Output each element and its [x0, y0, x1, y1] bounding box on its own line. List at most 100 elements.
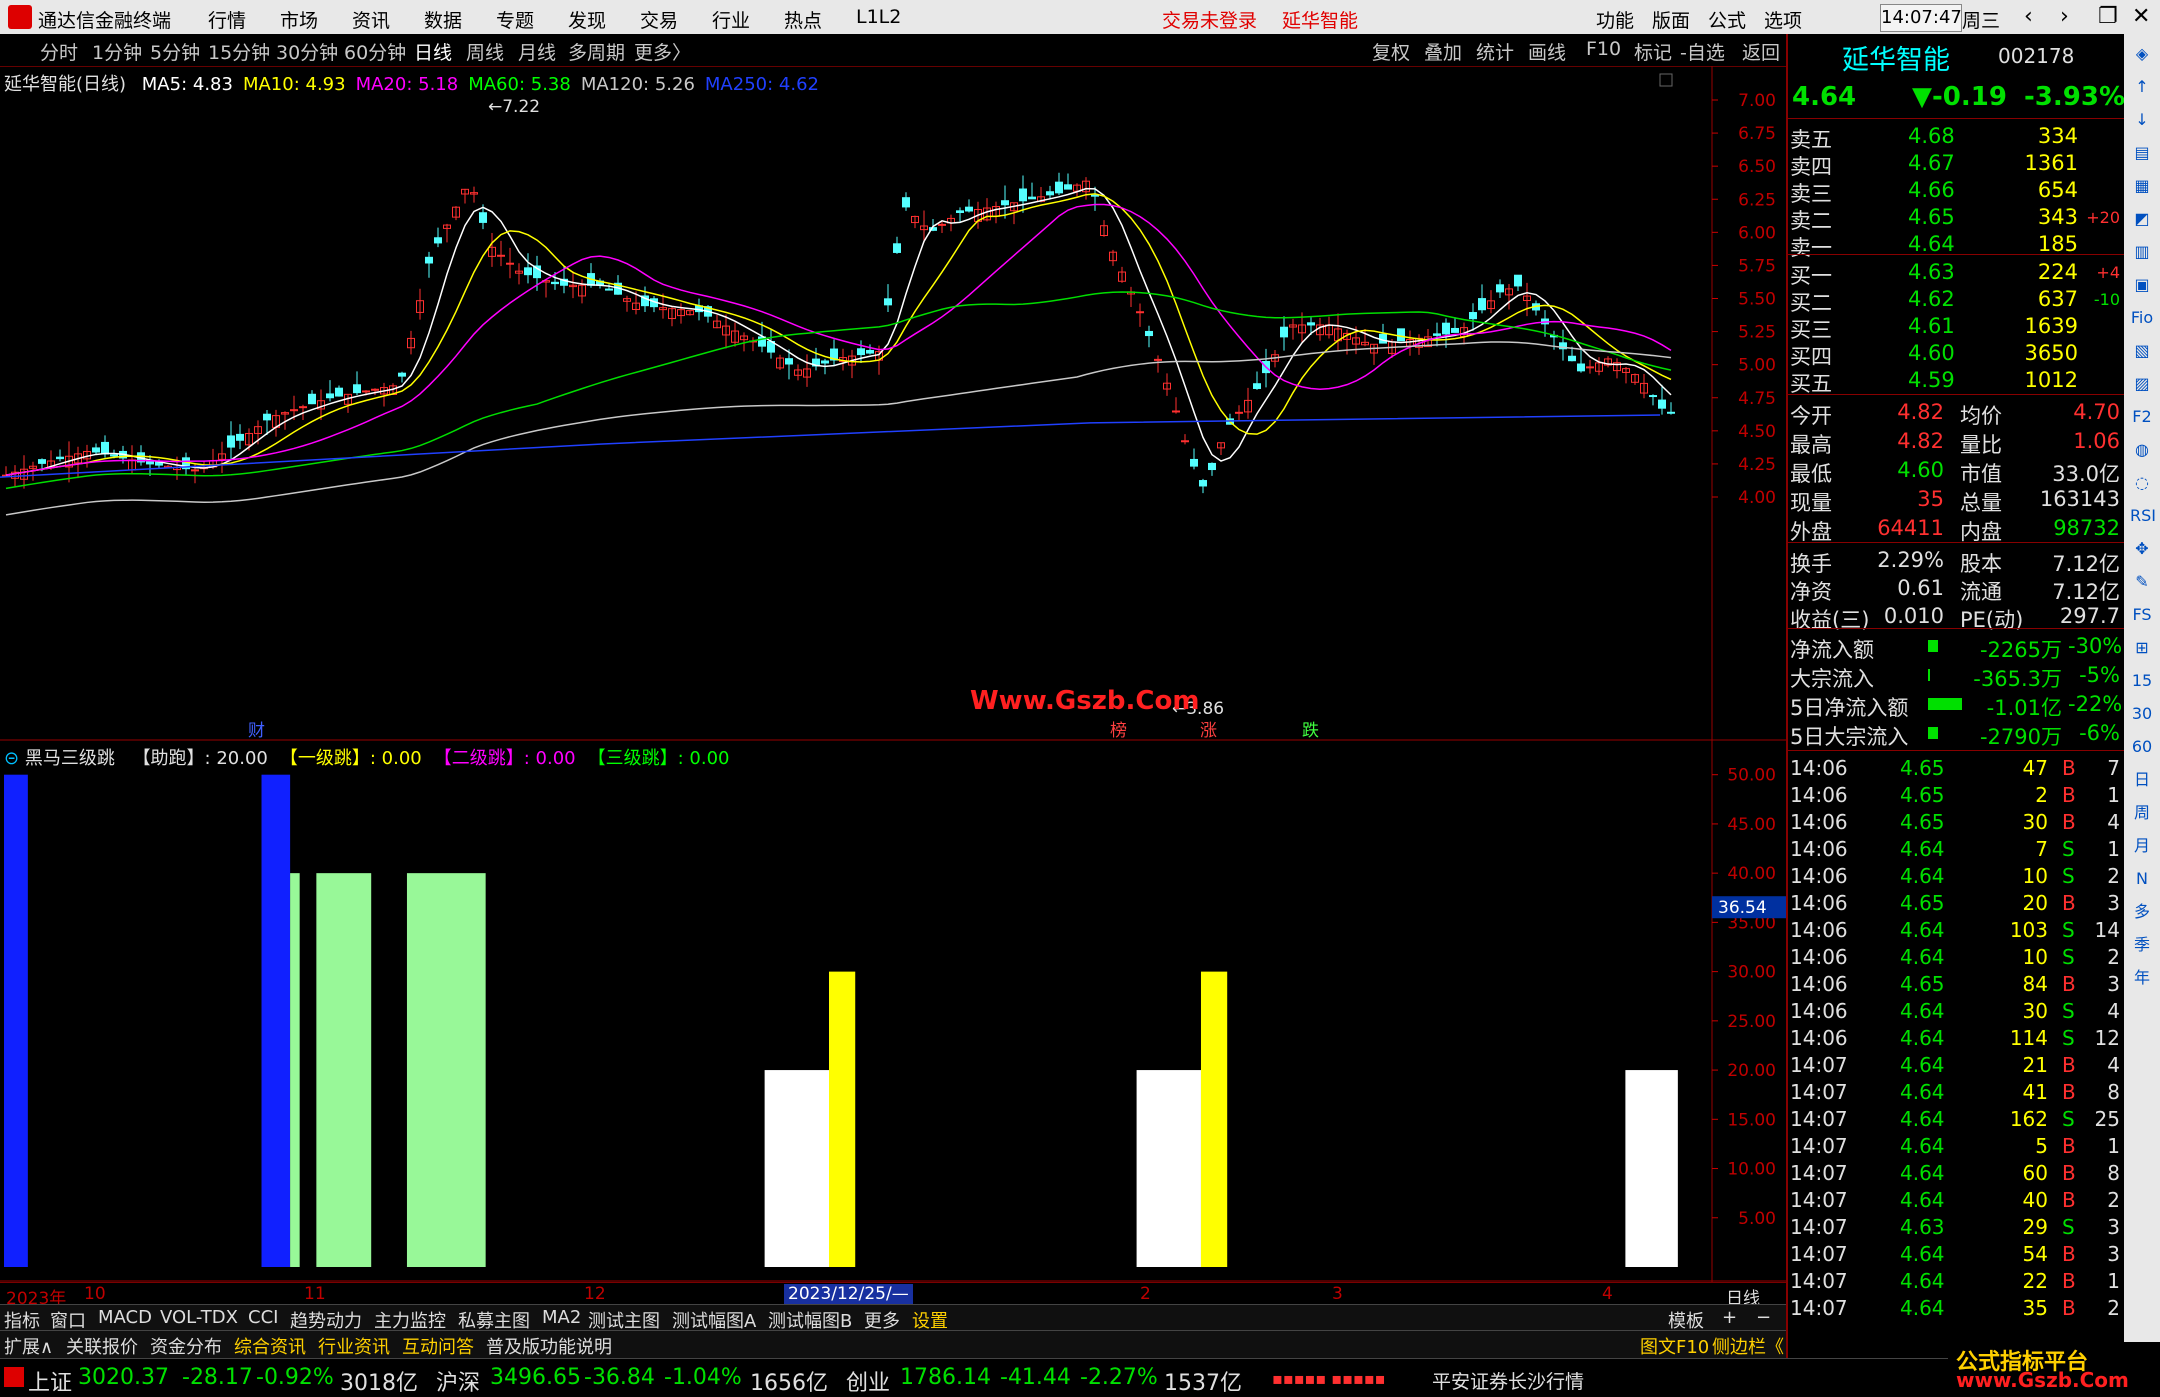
tick-row[interactable]: 14:07 4.64 21 B 4	[1788, 1051, 2124, 1078]
order-book-row[interactable]: 买四 4.60 3650	[1788, 339, 2124, 369]
menu-item-market[interactable]: 市场	[280, 6, 318, 33]
side-tool-icon[interactable]: 多	[2130, 900, 2154, 924]
indicator-collapse-icon[interactable]: ⊝	[4, 748, 19, 769]
side-tool-icon[interactable]: 60	[2130, 735, 2154, 759]
menu-item-layout[interactable]: 版面	[1652, 6, 1690, 33]
side-tool-icon[interactable]: ↑	[2130, 75, 2154, 99]
side-tool-icon[interactable]: 日	[2130, 768, 2154, 792]
tab-related-quotes[interactable]: 关联报价	[66, 1333, 138, 1359]
period-5min[interactable]: 5分钟	[150, 38, 200, 65]
stats-button[interactable]: 统计	[1476, 38, 1514, 65]
tab-expand[interactable]: 扩展∧	[4, 1333, 53, 1359]
menu-item-topics[interactable]: 专题	[496, 6, 534, 33]
draw-button[interactable]: 画线	[1528, 38, 1566, 65]
side-tool-icon[interactable]: ▦	[2130, 174, 2154, 198]
index-name-cy[interactable]: 创业	[846, 1365, 890, 1397]
side-tool-icon[interactable]: 月	[2130, 834, 2154, 858]
tick-row[interactable]: 14:06 4.65 2 B 1	[1788, 781, 2124, 808]
return-button[interactable]: 返回	[1742, 38, 1780, 65]
tick-row[interactable]: 14:07 4.64 60 B 8	[1788, 1159, 2124, 1186]
index-name-sh[interactable]: 上证	[28, 1365, 72, 1397]
forward-arrow-icon[interactable]: ›	[2060, 4, 2069, 29]
menu-item-discover[interactable]: 发现	[568, 6, 606, 33]
tab-sidebar[interactable]: 侧边栏《	[1712, 1333, 1784, 1359]
tick-row[interactable]: 14:07 4.64 5 B 1	[1788, 1132, 2124, 1159]
menu-item-quotes[interactable]: 行情	[208, 6, 246, 33]
period-fenshi[interactable]: 分时	[40, 38, 78, 65]
side-tool-icon[interactable]: N	[2130, 867, 2154, 891]
side-tool-icon[interactable]: ▨	[2130, 372, 2154, 396]
overlay-button[interactable]: 叠加	[1424, 38, 1462, 65]
tab-macd[interactable]: MACD	[98, 1307, 152, 1328]
event-mark[interactable]: 财	[248, 721, 265, 741]
add-tab-button[interactable]: +	[1722, 1307, 1737, 1328]
side-tool-icon[interactable]: ◈	[2130, 42, 2154, 66]
period-multi[interactable]: 多周期	[568, 38, 625, 65]
menu-item-l1l2[interactable]: L1L2	[856, 6, 901, 28]
tick-row[interactable]: 14:06 4.64 114 S 12	[1788, 1024, 2124, 1051]
tick-row[interactable]: 14:06 4.65 84 B 3	[1788, 970, 2124, 997]
order-book-row[interactable]: 买三 4.61 1639	[1788, 312, 2124, 342]
tick-row[interactable]: 14:06 4.64 10 S 2	[1788, 862, 2124, 889]
order-book-row[interactable]: 买五 4.59 1012	[1788, 366, 2124, 396]
event-mark[interactable]: 跌	[1302, 721, 1319, 741]
tick-row[interactable]: 14:06 4.65 30 B 4	[1788, 808, 2124, 835]
tab-qa[interactable]: 互动问答	[402, 1333, 474, 1359]
login-status[interactable]: 交易未登录	[1162, 6, 1257, 33]
tick-row[interactable]: 14:07 4.64 54 B 3	[1788, 1240, 2124, 1267]
period-weekly[interactable]: 周线	[466, 38, 504, 65]
side-tool-icon[interactable]: ◌	[2130, 471, 2154, 495]
tab-f10-graphic[interactable]: 图文F10	[1640, 1333, 1709, 1359]
period-30min[interactable]: 30分钟	[276, 38, 338, 65]
back-arrow-icon[interactable]: ‹	[2024, 4, 2033, 29]
tick-row[interactable]: 14:07 4.64 35 B 2	[1788, 1294, 2124, 1321]
remove-tab-button[interactable]: −	[1756, 1307, 1771, 1328]
index-name-hs[interactable]: 沪深	[436, 1365, 480, 1397]
menu-item-trade[interactable]: 交易	[640, 6, 678, 33]
side-tool-icon[interactable]: ✎	[2130, 570, 2154, 594]
period-1min[interactable]: 1分钟	[92, 38, 142, 65]
menu-item-formula[interactable]: 公式	[1708, 6, 1746, 33]
menu-item-options[interactable]: 选项	[1764, 6, 1802, 33]
close-icon[interactable]: ✕	[2132, 4, 2150, 29]
tab-feature-guide[interactable]: 普及版功能说明	[486, 1333, 612, 1359]
indicator-name[interactable]: 黑马三级跳	[25, 748, 115, 769]
side-tool-icon[interactable]: ▣	[2130, 273, 2154, 297]
side-tool-icon[interactable]: ↓	[2130, 108, 2154, 132]
side-tool-icon[interactable]: 年	[2130, 966, 2154, 990]
menu-item-data[interactable]: 数据	[424, 6, 462, 33]
tick-row[interactable]: 14:07 4.64 22 B 1	[1788, 1267, 2124, 1294]
side-tool-icon[interactable]: ◩	[2130, 207, 2154, 231]
side-tool-icon[interactable]: 季	[2130, 933, 2154, 957]
side-tool-icon[interactable]: FS	[2130, 603, 2154, 627]
tick-row[interactable]: 14:06 4.65 20 B 3	[1788, 889, 2124, 916]
side-tool-icon[interactable]: RSI	[2130, 504, 2156, 528]
tick-row[interactable]: 14:06 4.64 30 S 4	[1788, 997, 2124, 1024]
period-daily[interactable]: 日线	[414, 38, 452, 65]
tab-industry-news[interactable]: 行业资讯	[318, 1333, 390, 1359]
tick-row[interactable]: 14:07 4.63 29 S 3	[1788, 1213, 2124, 1240]
order-book-row[interactable]: 卖一 4.64 185	[1788, 230, 2124, 260]
event-mark[interactable]: 榜	[1110, 721, 1127, 741]
tick-row[interactable]: 14:07 4.64 41 B 8	[1788, 1078, 2124, 1105]
side-tool-icon[interactable]: ▤	[2130, 141, 2154, 165]
side-tool-icon[interactable]: ⊞	[2130, 636, 2154, 660]
order-book-row[interactable]: 买一 4.63 224 +4	[1788, 258, 2124, 288]
side-tool-icon[interactable]: ◍	[2130, 438, 2154, 462]
period-15min[interactable]: 15分钟	[208, 38, 270, 65]
tick-row[interactable]: 14:06 4.64 10 S 2	[1788, 943, 2124, 970]
tab-cci[interactable]: CCI	[248, 1307, 278, 1328]
tick-row[interactable]: 14:06 4.64 103 S 14	[1788, 916, 2124, 943]
menu-item-hot[interactable]: 热点	[784, 6, 822, 33]
fuquan-button[interactable]: 复权	[1372, 38, 1410, 65]
menu-item-industry[interactable]: 行业	[712, 6, 750, 33]
period-monthly[interactable]: 月线	[518, 38, 556, 65]
tick-row[interactable]: 14:06 4.65 47 B 7	[1788, 754, 2124, 781]
f10-button[interactable]: F10	[1586, 38, 1621, 60]
side-tool-icon[interactable]: F2	[2130, 405, 2154, 429]
indicator-chart[interactable]: 50.0045.0040.0035.0030.0025.0020.0015.00…	[0, 741, 1786, 1282]
tab-general-news[interactable]: 综合资讯	[234, 1333, 306, 1359]
side-tool-icon[interactable]: ▧	[2130, 339, 2154, 363]
order-book-row[interactable]: 卖五 4.68 334	[1788, 122, 2124, 152]
period-60min[interactable]: 60分钟	[344, 38, 406, 65]
